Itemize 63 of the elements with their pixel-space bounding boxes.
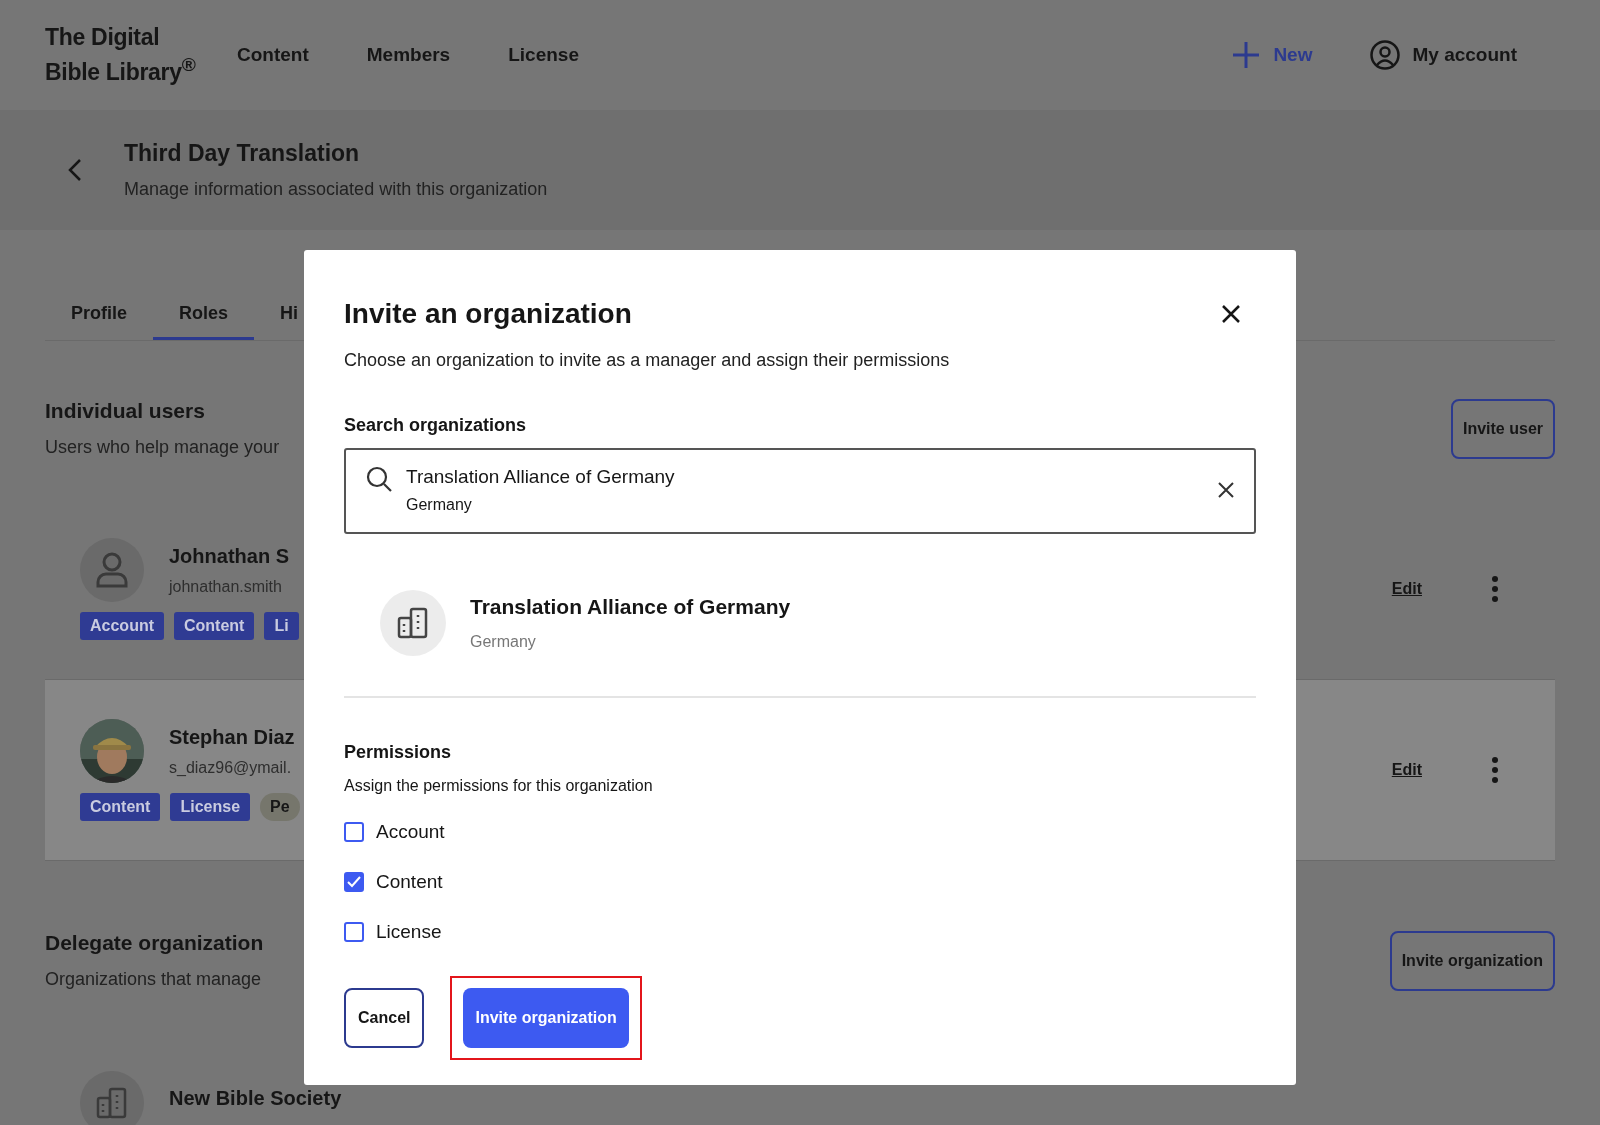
account-button[interactable]: My account bbox=[1370, 40, 1517, 70]
permissions-title: Permissions bbox=[344, 742, 453, 763]
page-subtitle: Manage information associated with this organization bbox=[124, 179, 548, 200]
role-tag: Account bbox=[80, 612, 164, 640]
plus-icon bbox=[1233, 42, 1260, 68]
more-icon bbox=[1492, 576, 1498, 602]
checkbox-label: Account bbox=[376, 821, 445, 843]
page-title: Third Day Translation bbox=[124, 140, 361, 167]
role-tag: Pe bbox=[260, 793, 300, 821]
close-icon bbox=[1222, 305, 1240, 323]
role-tag: License bbox=[170, 793, 251, 821]
section-title: Individual users bbox=[45, 399, 206, 423]
search-field[interactable]: Translation Alliance of Germany Germany bbox=[344, 448, 1256, 534]
role-tag: Content bbox=[80, 793, 161, 821]
logo[interactable]: The Digital Bible Library$^{®}$ bbox=[45, 24, 237, 86]
tab[interactable]: Roles bbox=[153, 290, 255, 340]
edit-link[interactable]: Edit bbox=[1391, 580, 1422, 598]
back-button[interactable] bbox=[68, 158, 82, 182]
nav-link[interactable]: License bbox=[508, 44, 579, 66]
edit-link[interactable]: Edit bbox=[1391, 761, 1422, 779]
checkbox-label: License bbox=[376, 921, 442, 943]
chevron-left-icon bbox=[68, 158, 82, 182]
nav-link[interactable]: Members bbox=[366, 44, 451, 66]
user-email: johnathan.smith bbox=[169, 577, 283, 596]
checkbox[interactable] bbox=[344, 922, 364, 942]
dialog-title: Invite an organization bbox=[344, 298, 632, 330]
building-icon bbox=[396, 606, 430, 640]
user-icon bbox=[1370, 40, 1401, 70]
permissions-hint: Assign the permissions for this organization bbox=[344, 777, 654, 795]
tab[interactable]: Hi bbox=[254, 290, 325, 340]
nav-link[interactable]: Content bbox=[237, 44, 309, 66]
building-icon bbox=[95, 1086, 129, 1120]
org-country: Germany bbox=[470, 633, 537, 651]
org-name: Translation Alliance of Germany bbox=[470, 595, 791, 619]
check-icon bbox=[347, 876, 361, 888]
checkbox[interactable] bbox=[344, 822, 364, 842]
invite-organization-button[interactable]: Invite organization bbox=[463, 988, 629, 1048]
person-icon bbox=[95, 551, 129, 589]
user-email: s_diaz96@ymail. bbox=[169, 758, 293, 777]
more-button[interactable] bbox=[1492, 576, 1498, 602]
field-label: Search organizations bbox=[344, 415, 528, 436]
checkbox[interactable] bbox=[344, 872, 364, 892]
more-icon bbox=[1492, 757, 1498, 783]
cancel-button[interactable]: Cancel bbox=[344, 988, 425, 1048]
clear-button[interactable] bbox=[1218, 482, 1234, 498]
dialog-description: Choose an organization to invite as a manager and assign their permissions bbox=[344, 350, 951, 371]
section-subtitle: Users who help manage your bbox=[45, 437, 280, 458]
search-icon bbox=[366, 466, 392, 492]
invite-organization-button[interactable]: Invite organization bbox=[1389, 931, 1555, 991]
role-tag: Li bbox=[264, 612, 299, 640]
tab[interactable]: Profile bbox=[45, 290, 153, 340]
user-name: Johnathan S bbox=[169, 544, 289, 568]
close-button[interactable] bbox=[1222, 305, 1240, 323]
org-name: New Bible Society bbox=[169, 1086, 342, 1110]
close-icon bbox=[1218, 482, 1234, 498]
role-tag: Content bbox=[174, 612, 255, 640]
user-name: Stephan Diaz bbox=[169, 725, 295, 749]
invite-user-button[interactable]: Invite user bbox=[1450, 399, 1555, 459]
section-subtitle: Organizations that manage bbox=[45, 969, 263, 990]
new-button[interactable]: New bbox=[1233, 42, 1313, 68]
more-button[interactable] bbox=[1492, 757, 1498, 783]
section-title: Delegate organization bbox=[45, 931, 264, 955]
checkbox-label: Content bbox=[376, 871, 443, 893]
